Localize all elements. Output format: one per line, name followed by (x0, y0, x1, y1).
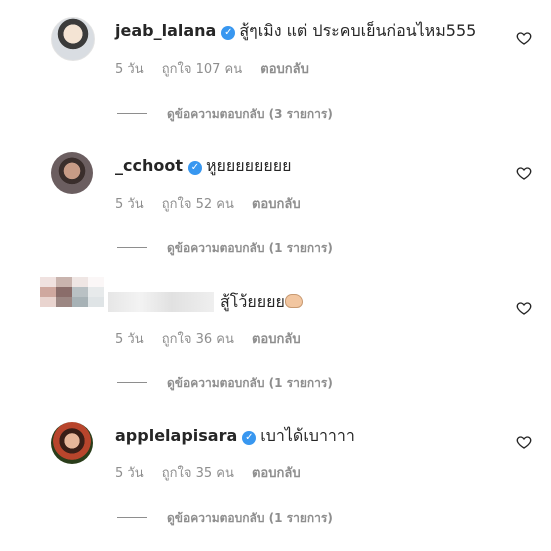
comment-meta: 5 วัน ถูกใจ 36 คน ตอบกลับ (115, 331, 315, 349)
comment-likes[interactable]: ถูกใจ 35 คน (162, 466, 234, 481)
comment-line: _cchoot ✓ หูยยยยยยยย (115, 155, 292, 177)
heart-outline-icon[interactable] (516, 300, 532, 316)
divider (117, 517, 147, 518)
comment-time[interactable]: 5 วัน (115, 197, 144, 212)
reply-button[interactable]: ตอบกลับ (252, 332, 301, 347)
comment-line: jeab_lalana ✓ สู้ๆเมิง แต่ ประคบเย็นก่อนไห… (115, 20, 476, 42)
view-replies-button[interactable]: ดูข้อความตอบกลับ (1 รายการ) (117, 509, 333, 527)
verified-badge-icon: ✓ (188, 161, 202, 175)
divider (117, 382, 147, 383)
comment-likes[interactable]: ถูกใจ 36 คน (162, 332, 234, 347)
comment-likes[interactable]: ถูกใจ 107 คน (162, 62, 242, 77)
comment-meta: 5 วัน ถูกใจ 107 คน ตอบกลับ (115, 61, 323, 79)
comment-line: applelapisara ✓ เบาได้เบาาาา (115, 425, 355, 447)
comment-time[interactable]: 5 วัน (115, 332, 144, 347)
verified-badge-icon: ✓ (242, 431, 257, 445)
heart-outline-icon[interactable] (516, 434, 532, 450)
comment-text: เบาได้เบาาาา (260, 426, 355, 445)
comment-text: หูยยยยยยยย (206, 156, 292, 175)
heart-outline-icon[interactable] (516, 30, 532, 46)
username-link[interactable]: applelapisara (115, 426, 237, 445)
comment-meta: 5 วัน ถูกใจ 52 คน ตอบกลับ (115, 196, 315, 214)
reply-button[interactable]: ตอบกลับ (252, 197, 301, 212)
view-replies-label: ดูข้อความตอบกลับ (1 รายการ) (167, 376, 333, 390)
view-replies-label: ดูข้อความตอบกลับ (3 รายการ) (167, 107, 333, 121)
verified-badge-icon: ✓ (221, 26, 236, 40)
view-replies-button[interactable]: ดูข้อความตอบกลับ (3 รายการ) (117, 105, 333, 123)
avatar[interactable] (51, 152, 93, 194)
comment-text: สู้ๆเมิง แต่ ประคบเย็นก่อนไหม555 (239, 21, 477, 40)
view-replies-button[interactable]: ดูข้อความตอบกลับ (1 รายการ) (117, 374, 333, 392)
comment-meta: 5 วัน ถูกใจ 35 คน ตอบกลับ (115, 465, 315, 483)
username-link[interactable]: _cchoot (115, 156, 183, 175)
comment-likes[interactable]: ถูกใจ 52 คน (162, 197, 234, 212)
reply-button[interactable]: ตอบกลับ (260, 62, 309, 77)
comment-text: สู้โว้ยยยย (220, 292, 285, 311)
comment-time[interactable]: 5 วัน (115, 466, 144, 481)
avatar[interactable] (51, 422, 93, 464)
view-replies-button[interactable]: ดูข้อความตอบกลับ (1 รายการ) (117, 239, 333, 257)
avatar[interactable] (51, 17, 95, 61)
divider (117, 113, 147, 114)
comment-time[interactable]: 5 วัน (115, 62, 144, 77)
heart-outline-icon[interactable] (516, 165, 532, 181)
comment-line: สู้โว้ยยยย (220, 291, 303, 313)
view-replies-label: ดูข้อความตอบกลับ (1 รายการ) (167, 241, 333, 255)
blurred-avatar[interactable] (40, 277, 104, 307)
username-link[interactable]: jeab_lalana (115, 21, 216, 40)
blurred-username[interactable] (108, 292, 214, 312)
divider (117, 247, 147, 248)
reply-button[interactable]: ตอบกลับ (252, 466, 301, 481)
fist-emoji-icon (284, 294, 303, 308)
view-replies-label: ดูข้อความตอบกลับ (1 รายการ) (167, 511, 333, 525)
